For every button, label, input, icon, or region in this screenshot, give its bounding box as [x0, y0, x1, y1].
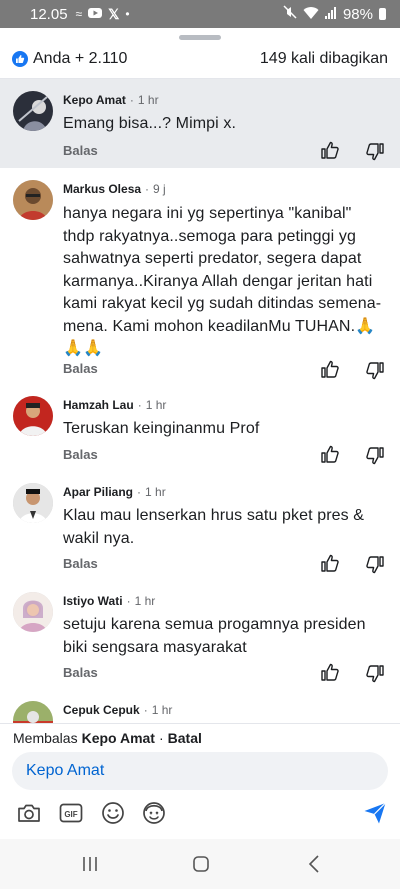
comment-item: Kepo Amat · 1 hr Emang bisa...? Mimpi x.… — [0, 79, 400, 168]
reply-link[interactable]: Balas — [63, 665, 98, 680]
separator-dot: · — [158, 729, 164, 746]
replying-target: Kepo Amat — [81, 729, 155, 746]
comment-header: Apar Piliang · 1 hr — [63, 485, 166, 499]
comment-header: Markus Olesa · 9 j — [63, 182, 166, 196]
send-icon[interactable] — [362, 800, 388, 826]
comment-item: Cepuk Cepuk · 1 hr — [0, 689, 400, 723]
dot-icon: • — [125, 7, 130, 21]
commenter-name[interactable]: Hamzah Lau — [63, 398, 134, 412]
comment-text: Emang bisa...? Mimpi x. — [63, 115, 237, 132]
recent-apps-icon[interactable] — [79, 853, 101, 875]
comment-header: Cepuk Cepuk · 1 hr — [63, 703, 172, 717]
comment-time: 1 hr — [151, 703, 173, 717]
comment-text: setuju karena semua progamnya presiden b… — [63, 616, 366, 656]
cancel-reply-button[interactable]: Batal — [168, 730, 202, 746]
comment-item: Markus Olesa · 9 j hanya negara ini yg s… — [0, 168, 400, 384]
shares-count[interactable]: 149 kali dibagikan — [260, 50, 388, 68]
comment-text: Klau mau lenserkan hrus satu pket pres &… — [63, 507, 365, 547]
comment-time: 1 hr — [137, 93, 159, 107]
avatar[interactable] — [13, 592, 53, 632]
reactions-count[interactable]: Anda + 2.110 — [33, 50, 127, 68]
thumbs-up-icon[interactable] — [319, 661, 341, 683]
mention-tag: Kepo Amat — [26, 762, 105, 779]
signal-icon — [324, 6, 337, 23]
separator-dot: · — [137, 485, 142, 499]
comment-item: Apar Piliang · 1 hr Klau mau lenserkan h… — [0, 471, 400, 580]
status-bar: 12.05 ≈ 𝕏 • 98% — [0, 0, 400, 28]
replying-prefix: Membalas — [13, 729, 78, 746]
avatar-sticker-icon[interactable] — [141, 800, 167, 826]
battery-icon — [379, 8, 386, 20]
thumbs-down-icon[interactable] — [364, 141, 386, 163]
reply-link[interactable]: Balas — [63, 447, 98, 462]
camera-icon[interactable] — [16, 800, 42, 826]
reply-link[interactable]: Balas — [63, 361, 98, 376]
avatar[interactable] — [13, 701, 53, 723]
reply-link[interactable]: Balas — [63, 556, 98, 571]
comment-time: 1 hr — [145, 485, 166, 499]
status-time: 12.05 — [30, 5, 68, 23]
svg-text:GIF: GIF — [64, 810, 77, 819]
commenter-name[interactable]: Cepuk Cepuk — [63, 703, 140, 717]
avatar[interactable] — [13, 396, 53, 436]
wifi-icon — [303, 6, 319, 23]
system-nav-bar — [0, 839, 400, 889]
comment-header: Hamzah Lau · 1 hr — [63, 398, 166, 412]
avatar[interactable] — [13, 180, 53, 220]
composer-toolbar: GIF — [0, 796, 400, 832]
separator-dot: · — [129, 93, 134, 107]
thumbs-down-icon[interactable] — [364, 663, 386, 685]
double-tilde-icon: ≈ — [75, 7, 83, 21]
comment-item: Istiyo Wati · 1 hr setuju karena semua p… — [0, 580, 400, 689]
comment-time: 1 hr — [145, 398, 167, 412]
screen: 12.05 ≈ 𝕏 • 98% Anda + 2.110 149 kali di… — [0, 0, 400, 889]
thumbs-down-icon[interactable] — [364, 360, 386, 382]
avatar[interactable] — [13, 483, 53, 523]
home-icon[interactable] — [190, 853, 212, 875]
separator-dot: · — [126, 594, 131, 608]
gif-icon[interactable]: GIF — [58, 800, 84, 826]
comment-time: 1 hr — [134, 594, 156, 608]
battery-percent: 98% — [342, 5, 373, 23]
comment-text: hanya negara ini yg sepertinya "kanibal"… — [63, 205, 382, 357]
comment-time: 9 j — [153, 182, 166, 196]
thumbs-down-icon[interactable] — [364, 554, 386, 576]
comment-header: Istiyo Wati · 1 hr — [63, 594, 155, 608]
thumbs-up-icon[interactable] — [319, 358, 341, 380]
reactions-row: Anda + 2.110 149 kali dibagikan — [12, 48, 388, 70]
commenter-name[interactable]: Istiyo Wati — [63, 594, 123, 608]
comment-text: Teruskan keinginanmu Prof — [63, 420, 260, 437]
status-right: 98% — [283, 5, 386, 23]
avatar[interactable] — [13, 91, 53, 131]
thumbs-up-icon[interactable] — [319, 443, 341, 465]
back-icon[interactable] — [304, 853, 326, 875]
thumbs-down-icon[interactable] — [364, 445, 386, 467]
comment-input[interactable]: Kepo Amat — [12, 752, 388, 790]
thumbs-up-icon[interactable] — [319, 139, 341, 161]
thumbs-up-icon[interactable] — [319, 552, 341, 574]
emoji-icon[interactable] — [100, 800, 126, 826]
replying-to-bar: Membalas Kepo Amat · Batal — [0, 723, 400, 751]
separator-dot: · — [145, 182, 150, 196]
youtube-icon — [88, 7, 103, 21]
comment-item: Hamzah Lau · 1 hr Teruskan keinginanmu P… — [0, 384, 400, 471]
commenter-name[interactable]: Apar Piliang — [63, 485, 133, 499]
commenter-name[interactable]: Kepo Amat — [63, 93, 126, 107]
separator-dot: · — [143, 703, 148, 717]
like-reaction-icon — [12, 51, 28, 67]
comments-sheet: Anda + 2.110 149 kali dibagikan Kepo Ama… — [0, 28, 400, 839]
mute-icon — [283, 5, 297, 23]
x-icon: 𝕏 — [108, 5, 120, 22]
comment-list: Kepo Amat · 1 hr Emang bisa...? Mimpi x.… — [0, 79, 400, 723]
separator-dot: · — [137, 398, 142, 412]
drag-handle[interactable] — [179, 35, 221, 40]
comment-header: Kepo Amat · 1 hr — [63, 93, 159, 107]
reply-link[interactable]: Balas — [63, 143, 98, 158]
commenter-name[interactable]: Markus Olesa — [63, 182, 141, 196]
